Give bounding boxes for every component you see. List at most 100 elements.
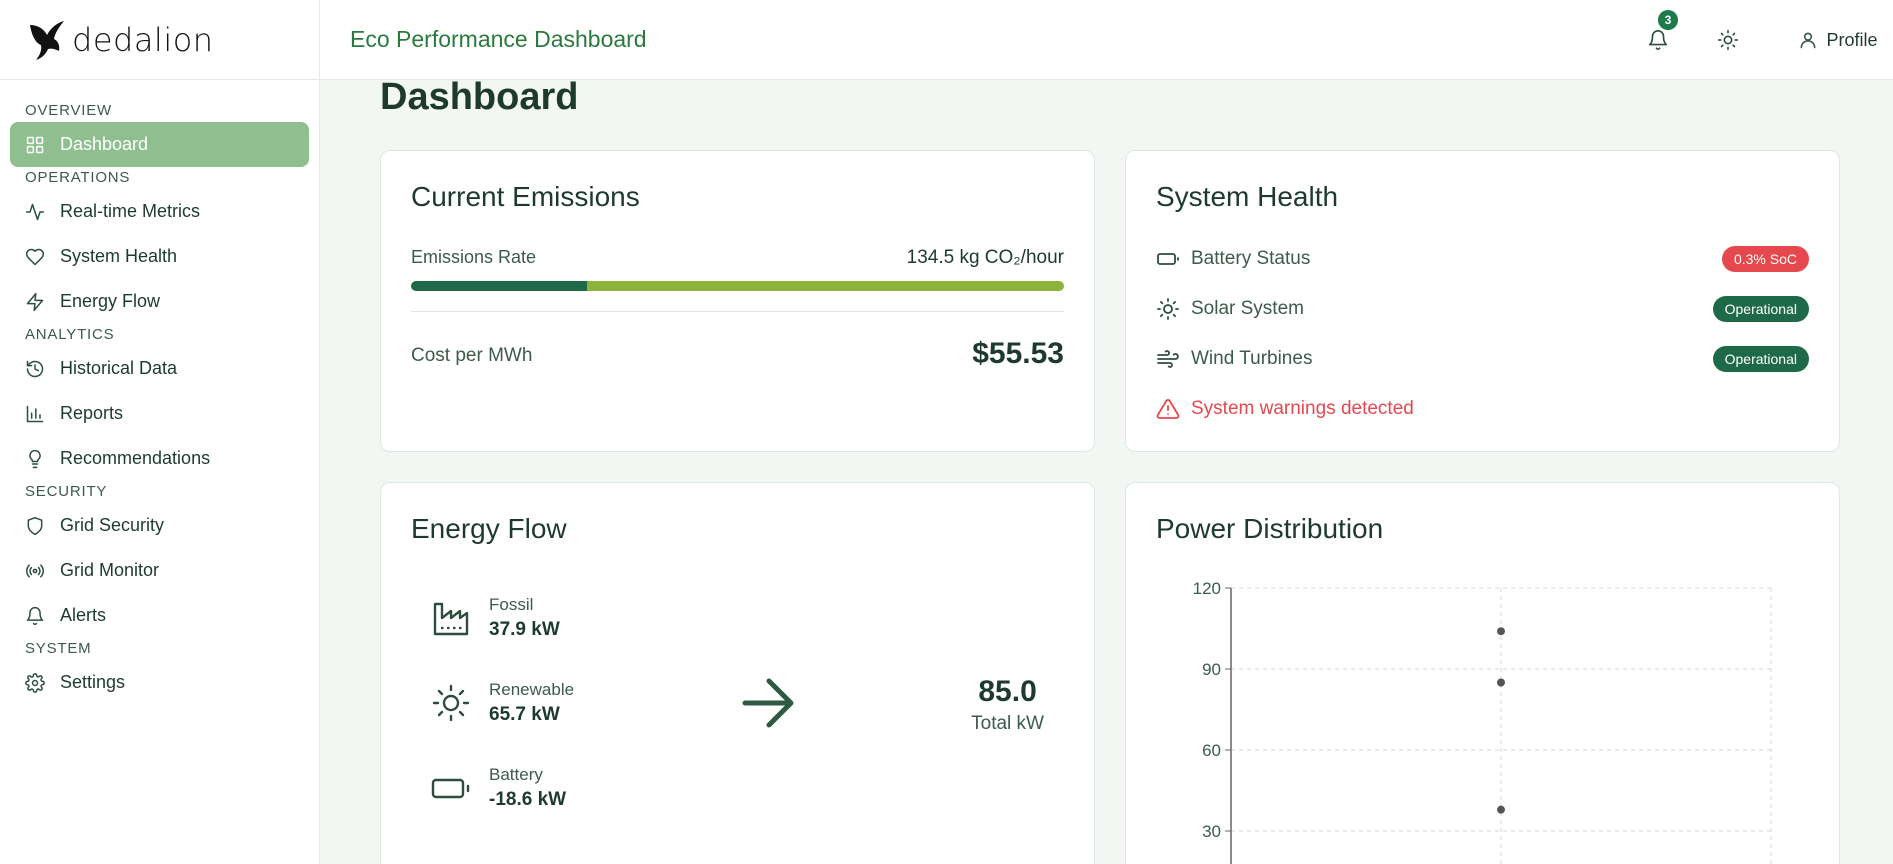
- power-distribution-card: Power Distribution 30 60 90 120: [1125, 482, 1840, 864]
- status-badge: 0.3% SoC: [1721, 246, 1809, 272]
- sun-icon: [1718, 30, 1738, 50]
- sidebar-item-grid-monitor[interactable]: Grid Monitor: [10, 548, 309, 593]
- grid-icon: [25, 135, 45, 155]
- notification-count-badge: 3: [1658, 10, 1678, 30]
- notifications-button[interactable]: 3: [1638, 10, 1678, 60]
- sidebar-item-label: Recommendations: [60, 448, 211, 468]
- y-tick-label: 90: [1202, 660, 1221, 679]
- total-value: 85.0: [978, 675, 1037, 708]
- sidebar-item-label: Grid Security: [60, 515, 165, 535]
- brand-logo[interactable]: dedalion: [0, 0, 319, 80]
- y-tick-label: 60: [1202, 741, 1221, 760]
- health-row-solar: Solar System Operational: [1156, 294, 1809, 324]
- theme-toggle-button[interactable]: [1708, 20, 1748, 60]
- energy-flow-card: Energy Flow Fossil 37.9 kW Renewable 65.…: [380, 482, 1095, 864]
- wind-icon: [1156, 347, 1180, 371]
- sidebar-item-label: Reports: [60, 403, 124, 423]
- data-point[interactable]: [1497, 678, 1505, 687]
- emissions-progress-bar: [411, 281, 1064, 291]
- sidebar-nav: OVERVIEW Dashboard OPERATIONS Real-time Met…: [0, 80, 319, 705]
- status-badge: Operational: [1712, 346, 1809, 372]
- sidebar-item-label: Alerts: [60, 605, 107, 625]
- gear-icon: [25, 672, 45, 693]
- health-warning: System warnings detected: [1156, 394, 1809, 424]
- data-point[interactable]: [1497, 627, 1505, 636]
- bell-icon: [1648, 30, 1668, 50]
- activity-icon: [25, 202, 45, 222]
- source-name: Battery: [489, 765, 543, 784]
- sidebar-item-grid-security[interactable]: Grid Security: [10, 503, 309, 548]
- sidebar-item-dashboard[interactable]: Dashboard: [10, 122, 309, 167]
- emissions-rate-label: Emissions Rate: [411, 247, 537, 267]
- profile-button[interactable]: Profile: [1788, 20, 1888, 60]
- data-point[interactable]: [1497, 805, 1505, 814]
- shield-icon: [25, 516, 45, 536]
- zap-icon: [25, 292, 45, 312]
- sun-icon: [431, 683, 471, 723]
- profile-label: Profile: [1826, 29, 1878, 50]
- source-name: Renewable: [489, 680, 575, 699]
- card-title: Current Emissions: [411, 181, 640, 212]
- total-output: 85.0 Total kW: [971, 675, 1044, 735]
- sidebar-item-historical-data[interactable]: Historical Data: [10, 346, 309, 391]
- sidebar-item-real-time-metrics[interactable]: Real-time Metrics: [10, 189, 309, 234]
- bird-logo-icon: [30, 20, 64, 60]
- nav-section-label: ANALYTICS: [25, 326, 115, 343]
- source-value: 37.9 kW: [489, 619, 560, 640]
- cost-label: Cost per MWh: [411, 345, 533, 366]
- sidebar-item-recommendations[interactable]: Recommendations: [10, 436, 309, 481]
- power-distribution-chart: 30 60 90 120: [1193, 579, 1772, 864]
- health-row-battery: Battery Status 0.3% SoC: [1156, 244, 1809, 274]
- heart-icon: [25, 247, 45, 267]
- health-row-label: Battery Status: [1191, 248, 1311, 269]
- source-battery: Battery -18.6 kW: [431, 765, 566, 811]
- emissions-progress-fill: [411, 281, 588, 291]
- y-tick-label: 120: [1193, 579, 1221, 598]
- emissions-rate-value: 134.5 kg CO₂/hour: [906, 247, 1064, 268]
- page-title: Dashboard: [380, 80, 579, 118]
- sidebar-item-alerts[interactable]: Alerts: [10, 593, 309, 638]
- nav-section-label: OVERVIEW: [25, 102, 112, 119]
- sidebar-item-label: Grid Monitor: [60, 560, 160, 580]
- bell-icon: [25, 606, 45, 626]
- nav-section-label: SECURITY: [25, 483, 108, 500]
- sidebar-item-label: Historical Data: [60, 358, 178, 378]
- sidebar-item-label: Dashboard: [60, 134, 149, 154]
- app-title: Eco Performance Dashboard: [350, 26, 647, 52]
- nav-section-label: OPERATIONS: [25, 169, 131, 186]
- sidebar-item-system-health[interactable]: System Health: [10, 234, 309, 279]
- sidebar-item-label: System Health: [60, 246, 178, 266]
- sidebar-item-reports[interactable]: Reports: [10, 391, 309, 436]
- source-value: 65.7 kW: [489, 704, 560, 725]
- sidebar-item-settings[interactable]: Settings: [10, 660, 309, 705]
- main-content: Dashboard Current Emissions Emissions Ra…: [320, 80, 1893, 864]
- health-row-label: Solar System: [1191, 298, 1304, 319]
- sidebar-item-label: Energy Flow: [60, 291, 161, 311]
- battery-icon: [1156, 247, 1180, 271]
- top-header: Eco Performance Dashboard 3 Profile: [320, 0, 1893, 80]
- source-name: Fossil: [489, 595, 534, 614]
- system-health-card: System Health Battery Status 0.3% SoC So…: [1125, 150, 1840, 452]
- nav-section-label: SYSTEM: [25, 640, 92, 657]
- sidebar-item-label: Real-time Metrics: [60, 201, 201, 221]
- cost-value: $55.53: [972, 337, 1064, 370]
- factory-icon: [431, 598, 471, 638]
- health-row-label: Wind Turbines: [1191, 348, 1313, 369]
- sidebar-item-label: Settings: [60, 672, 126, 692]
- lightbulb-icon: [25, 449, 45, 469]
- sidebar-item-energy-flow[interactable]: Energy Flow: [10, 279, 309, 324]
- sun-icon: [1156, 297, 1180, 321]
- current-emissions-card: Current Emissions Emissions Rate 134.5 k…: [380, 150, 1095, 452]
- user-icon: [1801, 32, 1816, 49]
- total-label: Total kW: [971, 713, 1044, 734]
- source-fossil: Fossil 37.9 kW: [431, 595, 560, 641]
- warning-triangle-icon: [1156, 397, 1180, 421]
- divider: [411, 311, 1064, 312]
- y-tick-label: 30: [1202, 822, 1221, 841]
- status-badge: Operational: [1712, 296, 1809, 322]
- brand-name: dedalion: [72, 20, 214, 59]
- radio-icon: [25, 561, 45, 581]
- source-renewable: Renewable 65.7 kW: [431, 680, 574, 726]
- warning-text: System warnings detected: [1191, 398, 1414, 419]
- source-value: -18.6 kW: [489, 789, 567, 810]
